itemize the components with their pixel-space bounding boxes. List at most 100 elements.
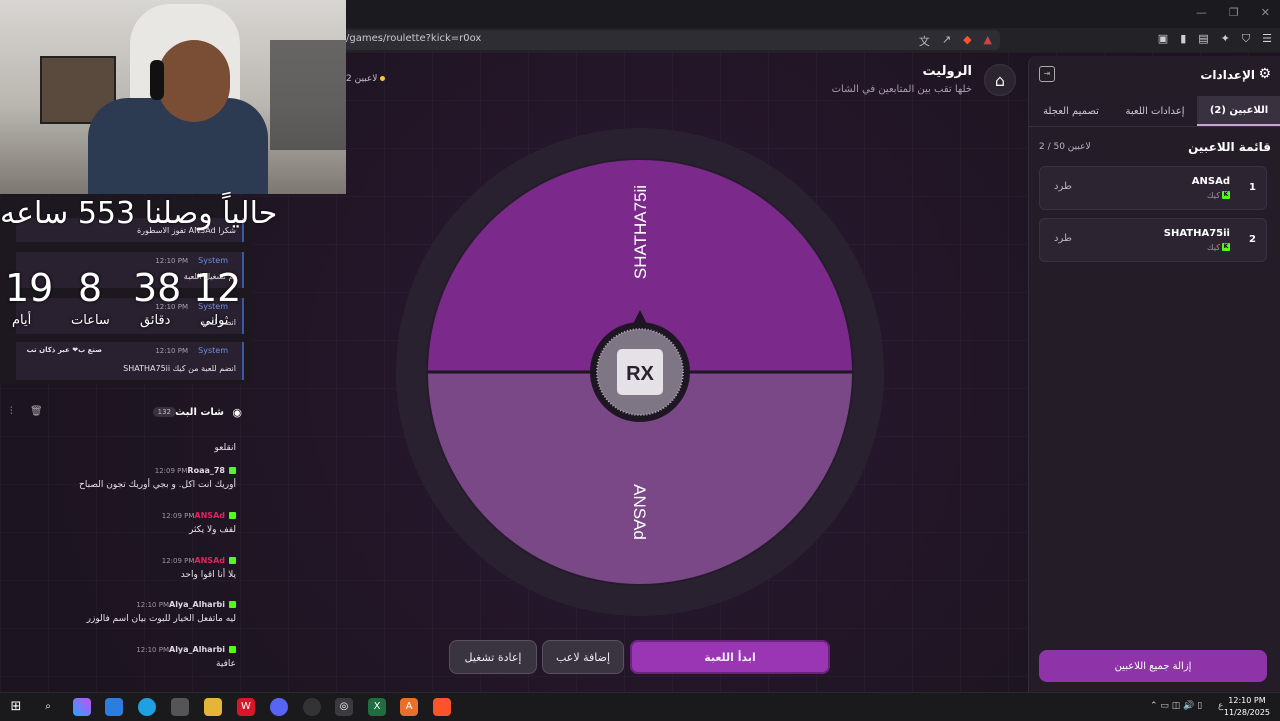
player-row: 2 SHATHA75ii K كيك طرد <box>1039 218 1267 262</box>
chrome-icon[interactable]: ◎ <box>335 698 353 716</box>
discord-icon[interactable] <box>270 698 288 716</box>
page-header: ⌂ الروليت خلها تقب بين المتابعين في الشا… <box>416 62 1016 102</box>
chat-title: شات البث <box>175 407 224 418</box>
timer-days: 19 <box>5 266 54 310</box>
add-player-button[interactable]: إضافة لاعب <box>542 640 624 674</box>
player-platform: كيك <box>1207 191 1220 200</box>
share-icon[interactable]: ↗ <box>942 33 951 49</box>
streamer-face <box>158 40 230 122</box>
taskbar: ⊞ ⌕ W ◎ X A ⌃ ▭ ◫ 🔊 ▯ ع 12:10 PM 11/28/2… <box>0 692 1280 721</box>
remove-all-players-button[interactable]: إزالة جميع اللاعبين <box>1039 650 1267 682</box>
brave-shield-icon[interactable]: ◆ <box>963 33 971 49</box>
timer-days-label: أيام <box>12 313 32 328</box>
chat-message: 12:10 PMAlya_Alharbi ليه ماتفعل الخيار ل… <box>86 600 236 624</box>
brave-icon[interactable] <box>433 698 451 716</box>
chat-username[interactable]: ANSAd <box>194 511 225 520</box>
window-controls: — ❐ ✕ <box>1196 6 1270 19</box>
windows-start-icon[interactable]: ⊞ <box>7 698 25 716</box>
settings-panel: ⚙ الإعدادات ⇥ اللاعبين (2) إعدادات اللعب… <box>1028 56 1280 692</box>
chat-message: انقلعو <box>214 443 236 453</box>
kick-icon: K <box>1222 191 1230 199</box>
player-rank: 1 <box>1249 182 1256 193</box>
restore-icon[interactable]: ❐ <box>1229 6 1239 19</box>
translate-icon[interactable]: 文 <box>919 33 930 49</box>
chat-count-badge: 132 <box>152 407 176 417</box>
folder-icon[interactable] <box>204 698 222 716</box>
timer-hours: 8 <box>78 266 103 310</box>
mic-arm <box>270 40 346 150</box>
align-icon[interactable]: ⫶ <box>10 406 13 417</box>
trash-icon[interactable]: 🗑 <box>30 406 43 417</box>
chat-message: 12:09 PMANSAd يلا أنا اقوا واحد <box>161 556 236 580</box>
sidebar-icon[interactable]: ▮ <box>1180 32 1186 46</box>
search-icon[interactable]: ⌕ <box>39 698 57 716</box>
timer-seconds-label: ثواني <box>200 313 229 328</box>
settings-title: الإعدادات <box>1200 68 1255 82</box>
tray-icons[interactable]: ⌃ ▭ ◫ 🔊 ▯ <box>1150 701 1202 711</box>
kick-icon <box>229 646 236 653</box>
start-game-button[interactable]: ابدأ اللعبة <box>630 640 830 674</box>
status-dot <box>380 76 386 81</box>
app-icon[interactable] <box>105 698 123 716</box>
page-subtitle: خلها تقب بين المتابعين في الشات <box>831 84 972 95</box>
leo-icon[interactable]: ✦ <box>1221 32 1230 46</box>
url-text: /games/roulette?kick=r0ox <box>346 33 482 44</box>
timer-minutes-label: دقائق <box>140 313 171 328</box>
settings-tabs: اللاعبين (2) إعدادات اللعبة تصميم العجلة <box>1029 96 1280 127</box>
replay-button[interactable]: إعادة تشغيل <box>449 640 537 674</box>
roulette-wheel[interactable]: SHATHA75ii ANSAd RX <box>396 128 884 616</box>
player-row: 1 ANSAd K كيك طرد <box>1039 166 1267 210</box>
kick-player-button[interactable]: طرد <box>1054 233 1072 244</box>
wallet-icon[interactable]: ▣ <box>1158 32 1168 46</box>
segment-label: ANSAd <box>630 484 649 540</box>
address-bar[interactable]: /games/roulette?kick=r0ox 文 ↗ ◆ ▲ <box>340 30 1000 50</box>
language-indicator[interactable]: ع <box>1218 701 1223 711</box>
chat-username[interactable]: Alya_Alharbi <box>169 645 225 654</box>
chat-username[interactable]: Roaa_78 <box>187 466 225 475</box>
system-clock[interactable]: 12:10 PM 11/28/2025 <box>1224 695 1270 719</box>
player-list-count: 2 / 50 لاعبين <box>1039 142 1091 152</box>
gear-icon: ⚙ <box>1258 66 1271 82</box>
player-name: ANSAd <box>1191 176 1230 187</box>
tab-wheel-design[interactable]: تصميم العجلة <box>1029 96 1113 126</box>
player-count: 2 لاعبين <box>346 74 386 84</box>
kick-player-button[interactable]: طرد <box>1054 181 1072 192</box>
rewards-icon[interactable]: ▲ <box>984 33 992 49</box>
edge-icon[interactable] <box>138 698 156 716</box>
player-platform: كيك <box>1207 243 1220 252</box>
excel-icon[interactable]: X <box>368 698 386 716</box>
home-icon: ⌂ <box>994 70 1006 90</box>
menu-icon[interactable]: ☰ <box>1262 32 1272 46</box>
webcam-overlay <box>0 0 346 194</box>
player-list-title: قائمة اللاعبين <box>1188 140 1271 154</box>
minimize-icon[interactable]: — <box>1196 6 1207 19</box>
obs-icon[interactable] <box>303 698 321 716</box>
wheel-svg: SHATHA75ii ANSAd RX <box>396 128 884 616</box>
kick-icon <box>229 601 236 608</box>
timer-seconds: 12 <box>193 266 242 310</box>
copilot-icon[interactable] <box>73 698 91 716</box>
close-icon[interactable]: ✕ <box>1261 6 1270 19</box>
store-icon[interactable] <box>171 698 189 716</box>
kick-icon <box>229 557 236 564</box>
chat-icon: ◉ <box>232 406 242 419</box>
kick-icon <box>229 512 236 519</box>
player-name: SHATHA75ii <box>1163 228 1230 239</box>
page-title: الروليت <box>922 64 972 79</box>
chat-username[interactable]: ANSAd <box>194 556 225 565</box>
timer-hours-label: ساعات <box>71 313 110 328</box>
tab-game-settings[interactable]: إعدادات اللعبة <box>1113 96 1197 126</box>
player-rank: 2 <box>1249 234 1256 245</box>
timer-minutes: 38 <box>133 266 182 310</box>
chat-message: 12:09 PMRoaa_78 أوريك انت اكل. و بجي أور… <box>79 466 236 490</box>
app-icon-2[interactable]: A <box>400 698 418 716</box>
vpn-icon[interactable]: ⛉ <box>1242 32 1250 46</box>
chat-username[interactable]: Alya_Alharbi <box>169 600 225 609</box>
tab-players[interactable]: اللاعبين (2) <box>1197 96 1280 126</box>
home-button[interactable]: ⌂ <box>984 64 1016 96</box>
office-icon[interactable]: W <box>237 698 255 716</box>
segment-label: SHATHA75ii <box>631 185 650 279</box>
kick-icon <box>229 467 236 474</box>
tabs-icon[interactable]: ▤ <box>1198 32 1208 46</box>
collapse-panel-icon[interactable]: ⇥ <box>1039 66 1055 82</box>
